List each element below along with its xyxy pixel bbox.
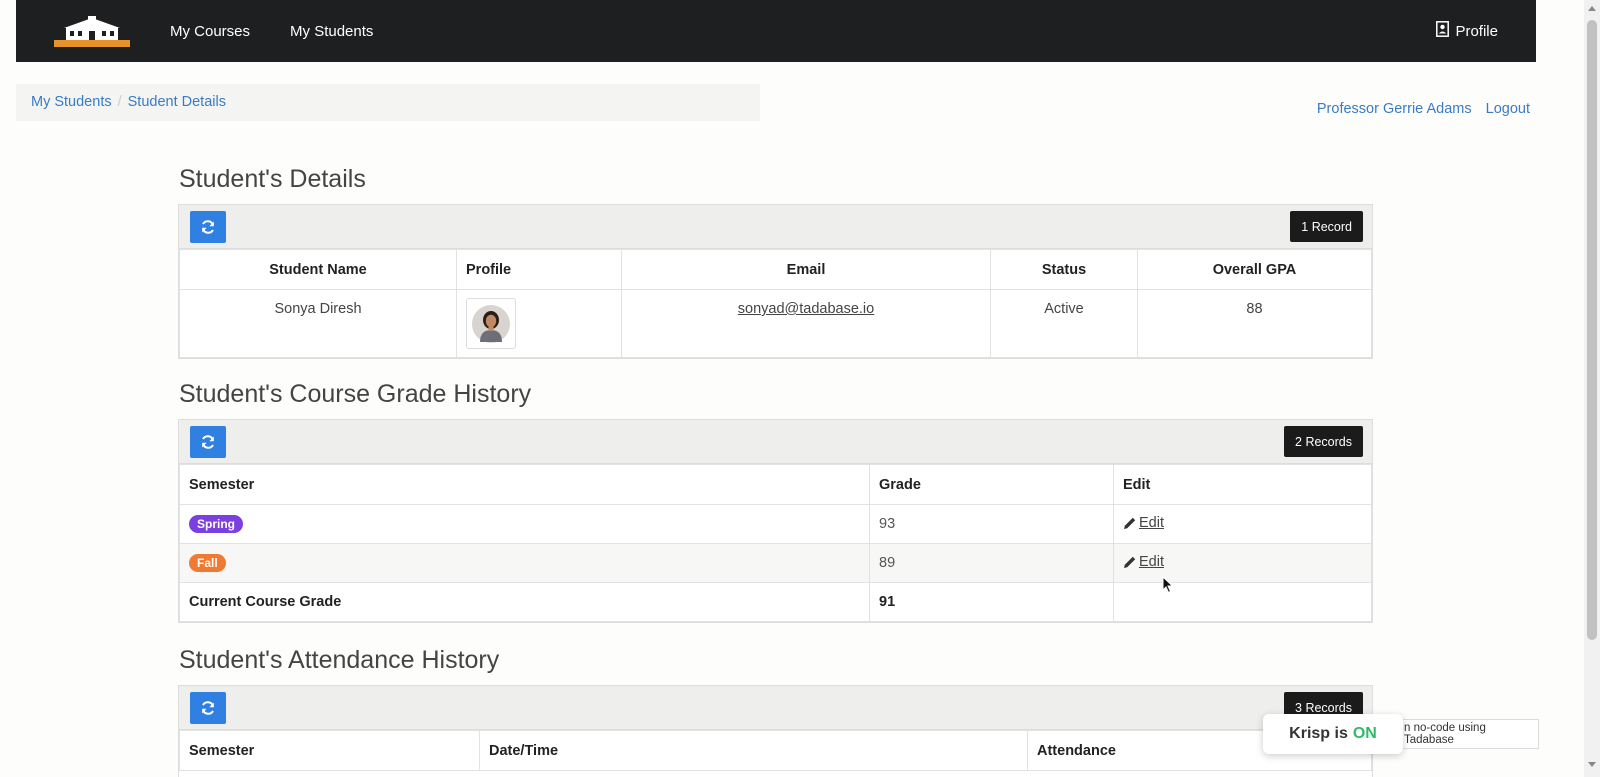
krisp-label: Krisp is — [1289, 725, 1348, 742]
column-header: Edit — [1113, 464, 1372, 505]
table-row-total: Current Course Grade 91 — [179, 582, 1372, 622]
edit-cell: Edit — [1113, 543, 1372, 583]
details-toolbar: 1 Record — [179, 205, 1372, 249]
pencil-icon — [1124, 556, 1136, 568]
edit-link[interactable]: Edit — [1123, 554, 1164, 570]
pencil-icon — [1124, 517, 1136, 529]
details-refresh-button[interactable] — [190, 211, 226, 243]
grades-record-count: 2 Records — [1284, 426, 1363, 457]
status-cell: Active — [990, 289, 1138, 358]
page-scrollbar[interactable] — [1584, 0, 1600, 777]
semester-cell: Spring — [179, 504, 870, 544]
profile-cell — [456, 289, 622, 358]
attendance-section-title: Student's Attendance History — [179, 646, 500, 674]
breadcrumb-student-details[interactable]: Student Details — [128, 94, 226, 110]
grades-refresh-button[interactable] — [190, 426, 226, 458]
edit-link[interactable]: Edit — [1123, 515, 1164, 531]
attendance-panel: 3 Records Semester Date/Time Attendance — [178, 685, 1373, 777]
total-grade-cell: 91 — [869, 582, 1114, 622]
nav-profile[interactable]: Profile — [1436, 21, 1498, 41]
semester-badge: Spring — [189, 515, 243, 533]
email-link[interactable]: sonyad@tadabase.io — [738, 301, 874, 317]
column-header: Overall GPA — [1137, 249, 1372, 290]
details-record-count: 1 Record — [1290, 211, 1363, 242]
attendance-toolbar: 3 Records — [179, 686, 1372, 730]
column-header: Semester — [179, 464, 870, 505]
table-row: Sonya Diresh sonyad@tadabase.io Active 8… — [179, 289, 1372, 358]
refresh-icon — [202, 220, 214, 234]
semester-badge: Fall — [189, 554, 226, 572]
attendance-refresh-button[interactable] — [190, 692, 226, 724]
tadabase-badge[interactable]: n no-code using Tadabase — [1395, 719, 1539, 749]
nav-profile-label: Profile — [1455, 22, 1498, 40]
column-header: Profile — [456, 249, 622, 290]
gpa-cell: 88 — [1137, 289, 1372, 358]
details-panel: 1 Record Student Name Profile Email Stat… — [178, 204, 1373, 359]
nav-my-students[interactable]: My Students — [290, 23, 373, 40]
details-section-title: Student's Details — [179, 165, 366, 193]
avatar[interactable] — [466, 298, 516, 349]
attendance-table: Semester Date/Time Attendance — [179, 730, 1372, 771]
breadcrumb: My Students / Student Details — [16, 84, 760, 121]
nav-my-courses[interactable]: My Courses — [170, 23, 250, 40]
school-logo[interactable] — [54, 14, 130, 48]
email-cell: sonyad@tadabase.io — [621, 289, 991, 358]
edit-label: Edit — [1139, 553, 1164, 570]
column-header: Status — [990, 249, 1138, 290]
scroll-down-arrow-icon[interactable] — [1588, 762, 1596, 767]
empty-cell — [1113, 582, 1372, 622]
scroll-thumb[interactable] — [1587, 20, 1597, 640]
top-navbar: My Courses My Students Profile — [16, 0, 1536, 62]
column-header: Date/Time — [479, 730, 1028, 771]
column-header: Grade — [869, 464, 1114, 505]
edit-cell: Edit — [1113, 504, 1372, 544]
student-name-cell: Sonya Diresh — [179, 289, 457, 358]
scroll-up-arrow-icon[interactable] — [1588, 6, 1596, 11]
grade-cell: 89 — [869, 543, 1114, 583]
grades-panel: 2 Records Semester Grade Edit Spring 93 … — [178, 419, 1373, 623]
grades-section-title: Student's Course Grade History — [179, 380, 532, 408]
grade-cell: 93 — [869, 504, 1114, 544]
edit-label: Edit — [1139, 514, 1164, 531]
mouse-cursor-icon — [1162, 575, 1174, 599]
professor-name-link[interactable]: Professor Gerrie Adams — [1317, 101, 1472, 117]
refresh-icon — [202, 435, 214, 449]
breadcrumb-my-students[interactable]: My Students — [31, 94, 112, 110]
table-row: Fall 89 Edit — [179, 543, 1372, 583]
breadcrumb-separator: / — [117, 94, 122, 110]
refresh-icon — [202, 701, 214, 715]
krisp-widget[interactable]: Krisp is ON — [1263, 714, 1403, 754]
column-header: Student Name — [179, 249, 457, 290]
total-label-cell: Current Course Grade — [179, 582, 870, 622]
details-table: Student Name Profile Email Status Overal… — [179, 249, 1372, 358]
grades-toolbar: 2 Records — [179, 420, 1372, 464]
column-header: Email — [621, 249, 991, 290]
profile-icon — [1436, 21, 1450, 41]
table-row: Spring 93 Edit — [179, 504, 1372, 544]
grades-table: Semester Grade Edit Spring 93 Edit Fall … — [179, 464, 1372, 622]
semester-cell: Fall — [179, 543, 870, 583]
logout-link[interactable]: Logout — [1486, 101, 1530, 117]
column-header: Semester — [179, 730, 480, 771]
user-links: Professor Gerrie Adams Logout — [1307, 101, 1530, 117]
krisp-state: ON — [1352, 725, 1377, 742]
